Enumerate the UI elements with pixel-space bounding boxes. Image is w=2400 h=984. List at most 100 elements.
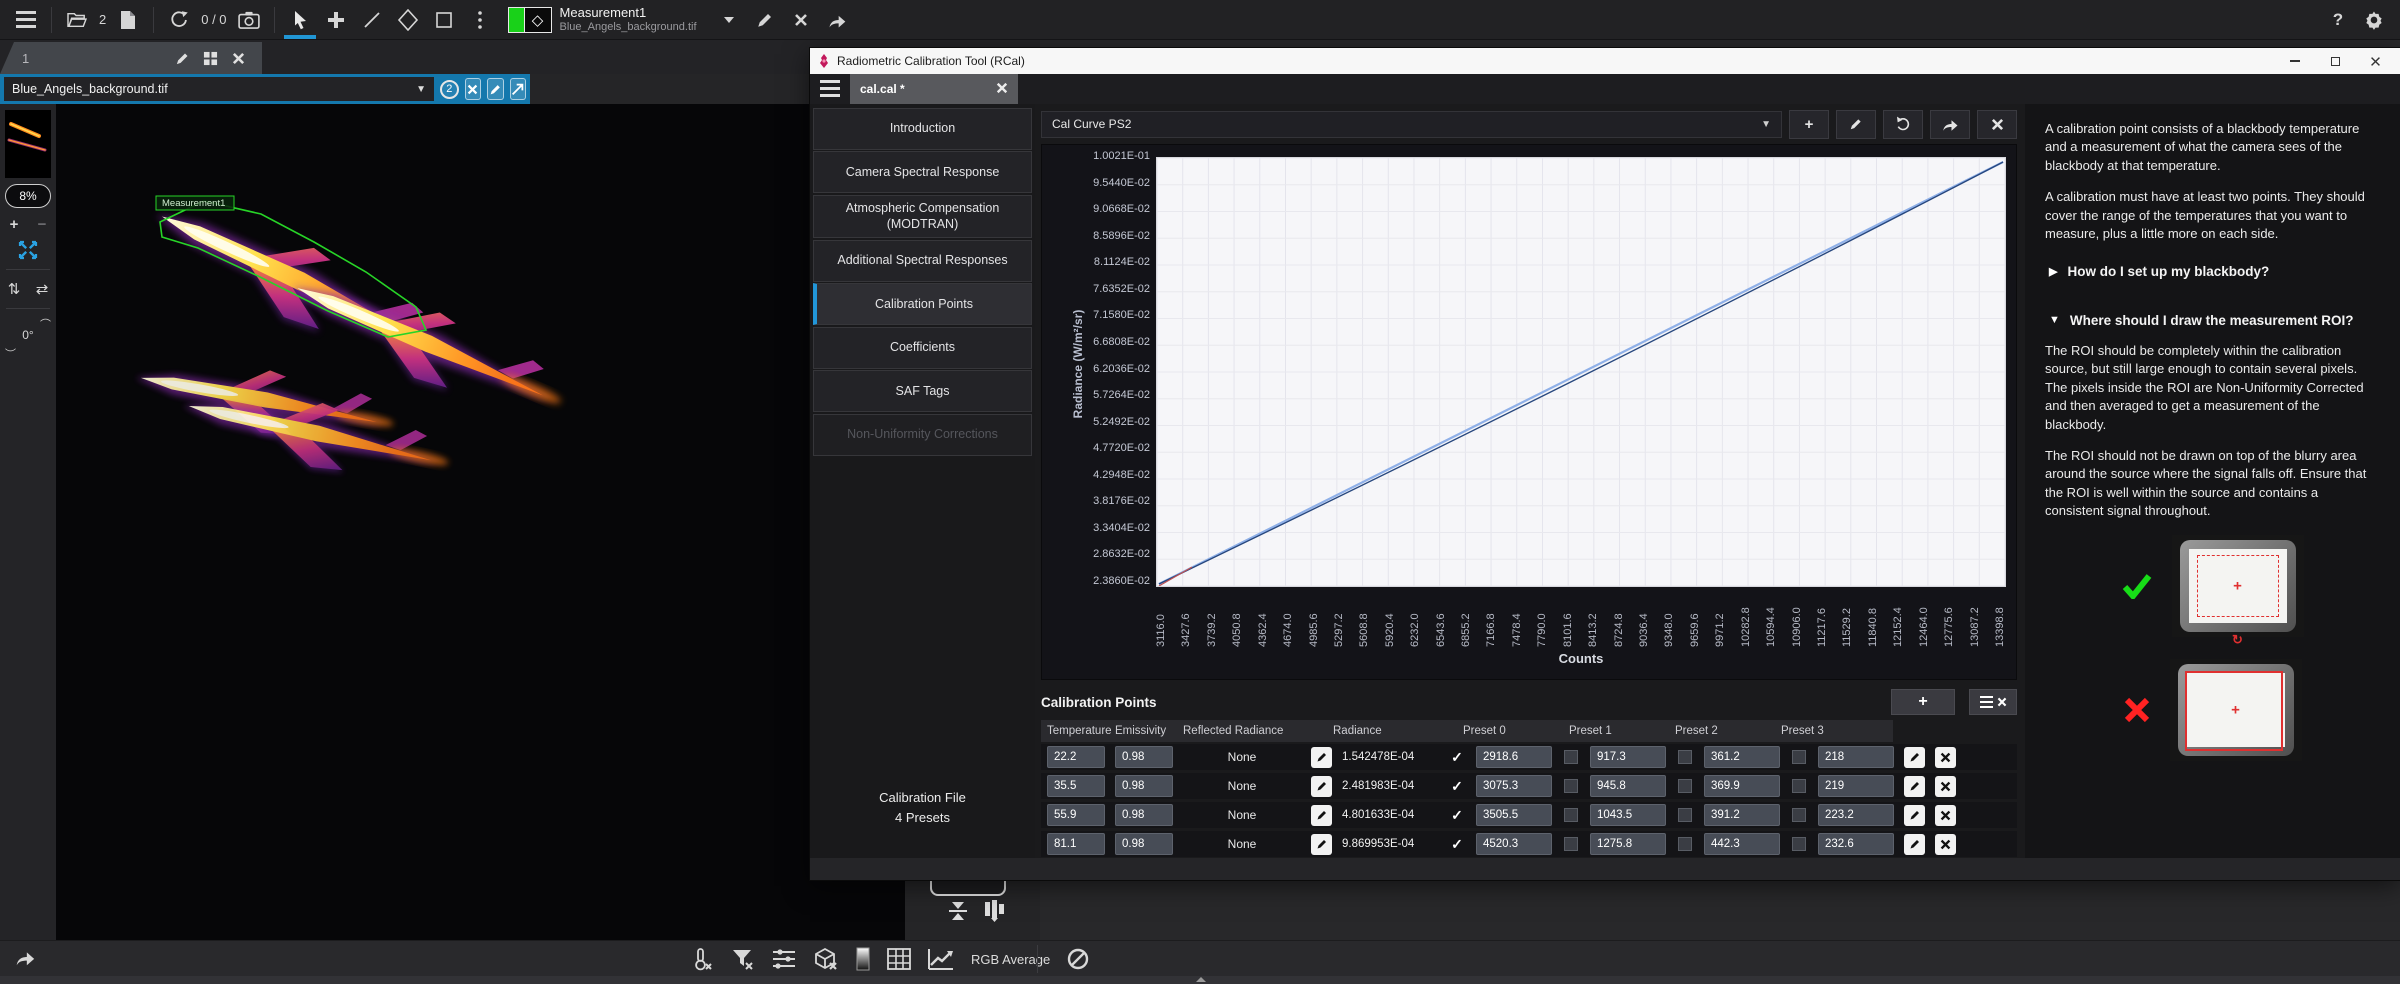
preset-3-counts-input[interactable]: 219 [1818, 775, 1894, 797]
preset-1-counts-input[interactable]: 1275.8 [1590, 833, 1666, 855]
nav-item-additional-spectral-responses[interactable]: Additional Spectral Responses [813, 240, 1032, 282]
polygon-roi-tool-button[interactable] [390, 3, 426, 37]
temperature-input[interactable]: 22.2 [1047, 746, 1105, 768]
nav-item-calibration-points[interactable]: Calibration Points [813, 283, 1032, 325]
zoom-in-button[interactable]: + [3, 214, 25, 234]
reflected-radiance-value[interactable]: None [1183, 837, 1301, 851]
preset-2-counts-input[interactable]: 442.3 [1704, 833, 1780, 855]
add-curve-button[interactable]: + [1789, 110, 1829, 139]
preset-0-counts-input[interactable]: 3075.3 [1476, 775, 1552, 797]
nav-item-saf-tags[interactable]: SAF Tags [813, 370, 1032, 412]
preset-1-checkbox[interactable] [1564, 779, 1578, 793]
select-tool-button[interactable] [282, 3, 318, 37]
rcal-document-tab[interactable]: cal.cal * [850, 74, 1018, 104]
expander-measurement-roi[interactable]: ▼ Where should I draw the measurement RO… [2049, 313, 2380, 328]
preset-0-checkbox-checked[interactable]: ✓ [1448, 836, 1466, 853]
measurement-dropdown-button[interactable] [711, 3, 747, 37]
pan-tool-button[interactable] [318, 3, 354, 37]
close-file-button[interactable] [465, 78, 482, 100]
export-button[interactable] [14, 947, 36, 972]
preset-3-checkbox[interactable] [1792, 779, 1806, 793]
nav-item-atmospheric-compensation-modtran-[interactable]: Atmospheric Compensation (MODTRAN) [813, 195, 1032, 239]
rcal-menu-button[interactable] [820, 80, 840, 97]
preset-0-checkbox-checked[interactable]: ✓ [1448, 778, 1466, 795]
redo-button[interactable] [1930, 110, 1970, 139]
preset-1-checkbox[interactable] [1564, 808, 1578, 822]
collapse-rows-icon[interactable] [946, 900, 970, 922]
preset-1-counts-input[interactable]: 917.3 [1590, 746, 1666, 768]
preset-1-counts-input[interactable]: 1043.5 [1590, 804, 1666, 826]
preset-3-checkbox[interactable] [1792, 808, 1806, 822]
export-measurement-button[interactable] [819, 3, 855, 37]
preset-2-checkbox[interactable] [1678, 837, 1692, 851]
open-file-button[interactable] [59, 3, 95, 37]
preset-3-checkbox[interactable] [1792, 750, 1806, 764]
temperature-off-icon[interactable] [692, 947, 714, 971]
reflected-radiance-value[interactable]: None [1183, 808, 1301, 822]
delete-point-button[interactable] [1935, 776, 1956, 797]
gradient-bar-icon[interactable] [856, 947, 870, 971]
cal-curve-selector[interactable]: Cal Curve PS2 ▼ [1041, 111, 1782, 138]
refresh-button[interactable] [161, 3, 197, 37]
rect-roi-tool-button[interactable] [426, 3, 462, 37]
edit-radiance-button[interactable] [1311, 834, 1332, 855]
snapshot-button[interactable] [231, 3, 267, 37]
edit-measurement-button[interactable] [747, 3, 783, 37]
preset-2-counts-input[interactable]: 391.2 [1704, 804, 1780, 826]
undo-button[interactable] [1883, 110, 1923, 139]
zoom-out-button[interactable]: − [31, 214, 53, 234]
rotation-control[interactable]: ⌒ 0° ⌒ [5, 318, 51, 352]
edit-file-button[interactable] [487, 78, 504, 100]
flip-vertical-button[interactable]: ⇅ [3, 279, 25, 299]
nav-item-introduction[interactable]: Introduction [813, 108, 1032, 150]
edit-point-button[interactable] [1904, 747, 1925, 768]
more-tools-button[interactable] [462, 3, 498, 37]
edit-radiance-button[interactable] [1311, 747, 1332, 768]
emissivity-input[interactable]: 0.98 [1115, 833, 1173, 855]
help-button[interactable]: ? [2320, 3, 2356, 37]
preset-2-checkbox[interactable] [1678, 808, 1692, 822]
temperature-input[interactable]: 35.5 [1047, 775, 1105, 797]
preset-2-counts-input[interactable]: 369.9 [1704, 775, 1780, 797]
cube-off-icon[interactable] [813, 947, 839, 971]
temperature-input[interactable]: 55.9 [1047, 804, 1105, 826]
edit-point-button[interactable] [1904, 805, 1925, 826]
image-thumbnail[interactable] [5, 110, 51, 178]
line-roi-tool-button[interactable] [354, 3, 390, 37]
preset-3-counts-input[interactable]: 223.2 [1818, 804, 1894, 826]
preset-0-counts-input[interactable]: 2918.6 [1476, 746, 1552, 768]
edit-curve-button[interactable] [1836, 110, 1876, 139]
preset-1-checkbox[interactable] [1564, 837, 1578, 851]
nav-item-camera-spectral-response[interactable]: Camera Spectral Response [813, 151, 1032, 193]
thermal-image-canvas[interactable]: Measurement1 [56, 104, 905, 940]
remove-all-points-button[interactable] [1969, 689, 2017, 715]
adjustments-icon[interactable] [772, 948, 796, 970]
filter-off-icon[interactable] [731, 947, 755, 971]
preset-2-checkbox[interactable] [1678, 779, 1692, 793]
nav-item-coefficients[interactable]: Coefficients [813, 327, 1032, 369]
delete-point-button[interactable] [1935, 834, 1956, 855]
chevron-up-icon[interactable] [1196, 977, 1206, 982]
minimize-button[interactable] [2278, 50, 2312, 72]
viewer-tab-1[interactable]: 1 [0, 42, 262, 74]
preset-2-counts-input[interactable]: 361.2 [1704, 746, 1780, 768]
zoom-level-field[interactable]: 8% [5, 184, 51, 208]
disabled-circle-icon[interactable] [1067, 948, 1089, 970]
layout-grid-button[interactable] [196, 46, 224, 70]
settings-button[interactable] [2356, 3, 2392, 37]
expander-blackbody-setup[interactable]: ▶ How do I set up my blackbody? [2049, 264, 2380, 279]
temperature-input[interactable]: 81.1 [1047, 833, 1105, 855]
preset-2-checkbox[interactable] [1678, 750, 1692, 764]
preset-3-counts-input[interactable]: 218 [1818, 746, 1894, 768]
preset-0-counts-input[interactable]: 3505.5 [1476, 804, 1552, 826]
rcal-titlebar[interactable]: Radiometric Calibration Tool (RCal) [810, 48, 2400, 74]
panel-columns-icon[interactable] [982, 900, 1006, 922]
reflected-radiance-value[interactable]: None [1183, 750, 1301, 764]
preset-0-counts-input[interactable]: 4520.3 [1476, 833, 1552, 855]
pixel-mode-label[interactable]: RGB Average [971, 952, 1050, 967]
close-tab-button[interactable] [224, 46, 252, 70]
file-selector-dropdown[interactable]: Blue_Angels_background.tif ▼ [4, 77, 434, 101]
preset-1-counts-input[interactable]: 945.8 [1590, 775, 1666, 797]
flip-horizontal-button[interactable]: ⇄ [31, 279, 53, 299]
preset-3-checkbox[interactable] [1792, 837, 1806, 851]
